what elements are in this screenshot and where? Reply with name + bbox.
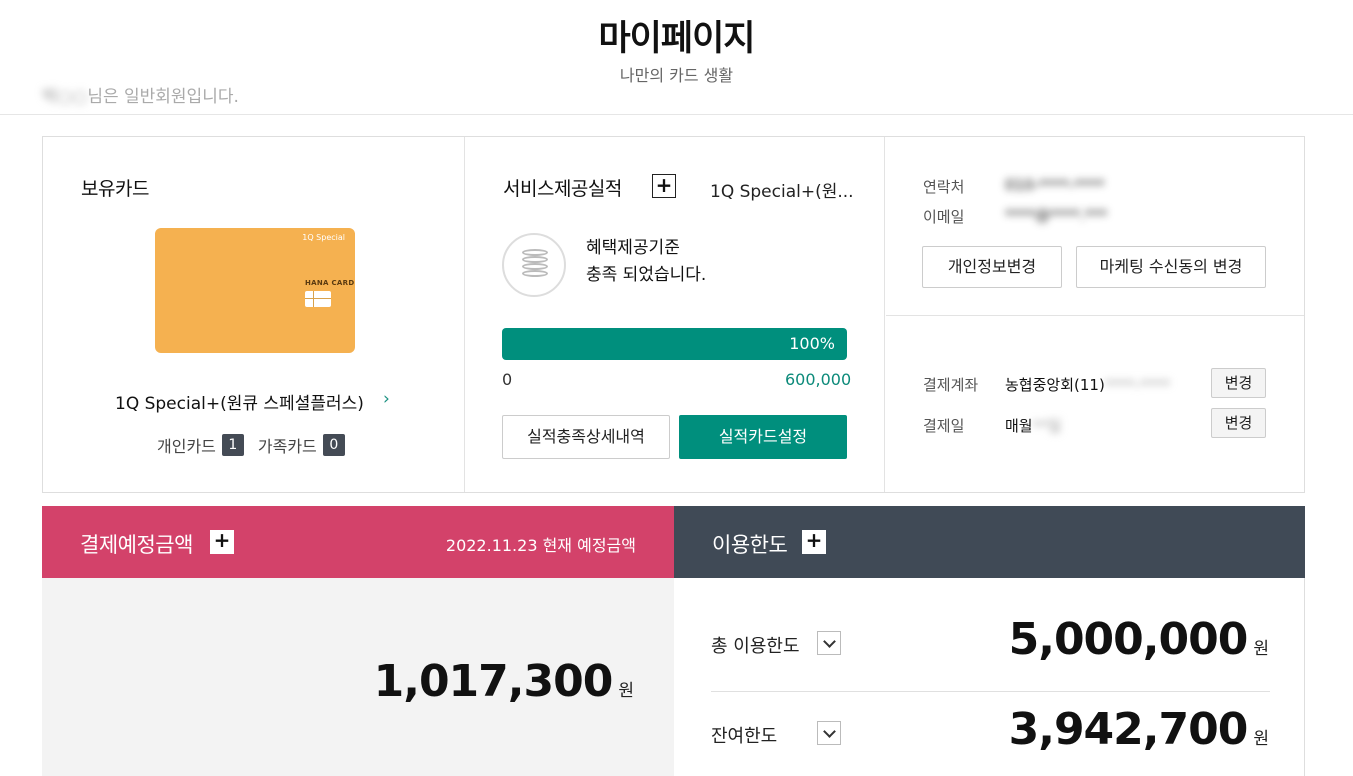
total-limit-label: 총 이용한도 xyxy=(711,636,800,657)
card-chip-icon xyxy=(305,291,331,307)
payment-date-value: 매월**일 xyxy=(1005,415,1061,436)
chevron-right-icon[interactable]: › xyxy=(383,389,390,409)
card-image[interactable]: 1Q Special HANA CARD xyxy=(155,228,355,353)
payment-date-prefix: 매월 xyxy=(1005,417,1033,435)
performance-plus-button[interactable]: + xyxy=(652,174,676,198)
account-bank: 농협중앙회(11) xyxy=(1005,376,1105,394)
scheduled-payment-plus-button[interactable]: + xyxy=(210,530,234,554)
coin-stack-icon xyxy=(502,233,566,297)
account-number-masked: ****-**** xyxy=(1104,376,1171,394)
holding-cards-heading: 보유카드 xyxy=(81,178,149,200)
total-limit-amount: 5,000,000 xyxy=(1008,614,1249,665)
performance-heading: 서비스제공실적 xyxy=(503,178,622,200)
remaining-limit-dropdown[interactable] xyxy=(817,721,841,745)
scheduled-amount-unit: 원 xyxy=(618,681,634,701)
account-value: 농협중앙회(11)****-**** xyxy=(1005,374,1170,395)
scheduled-amount-row: 1,017,300 원 xyxy=(374,656,634,707)
scheduled-payment-date: 2022.11.23 현재 예정금액 xyxy=(445,536,636,555)
remaining-limit-amount: 3,942,700 xyxy=(1008,704,1249,755)
total-limit-row: 5,000,000 원 xyxy=(1009,614,1269,665)
scheduled-payment-body: 1,017,300 원 xyxy=(42,578,674,776)
progress-min-label: 0 xyxy=(502,370,513,389)
page-title: 마이페이지 xyxy=(598,19,755,59)
total-limit-dropdown[interactable] xyxy=(817,631,841,655)
progress-max-label: 600,000 xyxy=(785,370,852,389)
column-divider xyxy=(464,137,465,492)
family-card-label: 가족카드 xyxy=(257,437,317,456)
scheduled-amount: 1,017,300 xyxy=(373,656,614,707)
email-label: 이메일 xyxy=(923,208,965,226)
credit-limit-plus-button[interactable]: + xyxy=(802,530,826,554)
member-name: 박○○ xyxy=(42,87,88,107)
benefit-line1: 혜택제공기준 xyxy=(586,238,680,258)
marketing-consent-button[interactable]: 마케팅 수신동의 변경 xyxy=(1076,246,1266,288)
card-name-link[interactable]: 1Q Special+(원큐 스페셜플러스) xyxy=(115,389,364,414)
account-change-button[interactable]: 변경 xyxy=(1211,368,1266,398)
column-divider xyxy=(884,137,885,492)
performance-progress-bar: 100% xyxy=(502,328,847,360)
page-header: 마이페이지 나만의 카드 생활 박○○님은 일반회원입니다. xyxy=(0,0,1353,115)
progress-label: 100% xyxy=(789,334,835,353)
phone-value: 010-****-**** xyxy=(1005,176,1105,194)
payment-date-change-button[interactable]: 변경 xyxy=(1211,408,1266,438)
remaining-limit-unit: 원 xyxy=(1253,729,1269,749)
credit-limit-header: 이용한도 + xyxy=(674,506,1305,578)
scheduled-payment-title: 결제예정금액 xyxy=(80,533,193,557)
payment-date-masked: **일 xyxy=(1032,417,1062,435)
member-grade-line: 박○○님은 일반회원입니다. xyxy=(42,82,239,107)
personal-card-count: 1 xyxy=(221,434,244,456)
benefit-status: 혜택제공기준 충족 되었습니다. xyxy=(586,235,706,289)
payment-date-label: 결제일 xyxy=(923,417,965,435)
personal-card-label: 개인카드 xyxy=(157,437,216,456)
member-grade-text: 님은 일반회원입니다. xyxy=(87,87,239,107)
phone-label: 연락처 xyxy=(923,178,965,196)
card-counts: 개인카드 1 가족카드 0 xyxy=(157,433,359,457)
edit-personal-info-button[interactable]: 개인정보변경 xyxy=(922,246,1062,288)
card-issuer-text: HANA CARD xyxy=(305,279,355,287)
info-box: 보유카드 1Q Special HANA CARD 1Q Special+(원큐… xyxy=(42,136,1305,493)
benefit-line2: 충족 되었습니다. xyxy=(586,265,707,285)
performance-card-setting-button[interactable]: 실적카드설정 xyxy=(679,415,847,459)
card-brand-text: 1Q Special xyxy=(302,233,345,242)
credit-limit-title: 이용한도 xyxy=(712,533,788,557)
remaining-limit-row: 3,942,700 원 xyxy=(1009,704,1269,755)
row-divider xyxy=(886,315,1304,316)
limit-divider xyxy=(711,691,1270,692)
email-value: ****@****.*** xyxy=(1005,206,1108,224)
total-limit-unit: 원 xyxy=(1253,639,1269,659)
performance-card-name: 1Q Special+(원... xyxy=(710,182,854,202)
scheduled-payment-header: 결제예정금액 + 2022.11.23 현재 예정금액 xyxy=(42,506,674,578)
remaining-limit-label: 잔여한도 xyxy=(711,726,778,747)
performance-detail-button[interactable]: 실적충족상세내역 xyxy=(502,415,670,459)
family-card-count: 0 xyxy=(322,434,345,456)
account-label: 결제계좌 xyxy=(923,376,979,394)
credit-limit-body: 총 이용한도 5,000,000 원 잔여한도 3,942,700 원 xyxy=(674,578,1305,776)
